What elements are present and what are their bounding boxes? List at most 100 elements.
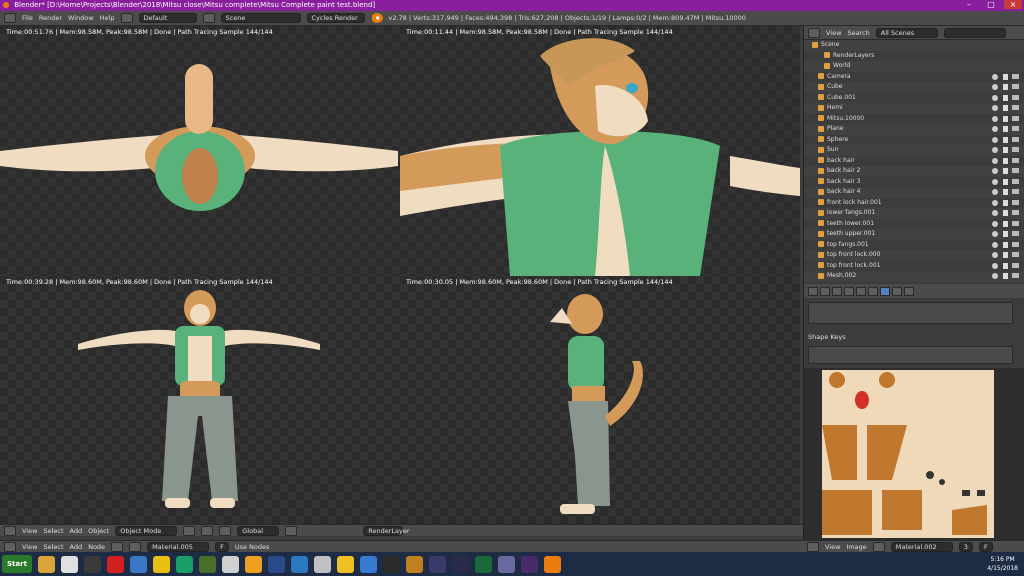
app-icon[interactable] <box>359 555 377 573</box>
render-camera-icon[interactable] <box>1012 199 1019 205</box>
menu-render[interactable]: Render <box>39 14 62 22</box>
media-player-icon[interactable] <box>336 555 354 573</box>
app-icon[interactable] <box>428 555 446 573</box>
image-users-count[interactable]: 3 <box>958 541 973 552</box>
app-icon[interactable] <box>175 555 193 573</box>
chrome-icon[interactable] <box>152 555 170 573</box>
menu-object[interactable]: Object <box>88 527 109 535</box>
visibility-eye-icon[interactable] <box>992 105 998 111</box>
outliner-item[interactable]: Plane <box>804 124 1024 135</box>
selectability-arrow-icon[interactable] <box>1003 220 1008 227</box>
system-clock[interactable]: 5:16 PM 4/15/2018 <box>987 555 1018 573</box>
menu-help[interactable]: Help <box>100 14 115 22</box>
scene-tab[interactable] <box>820 286 830 296</box>
material-icon[interactable] <box>129 541 142 552</box>
render-camera-icon[interactable] <box>1012 178 1019 184</box>
pivot-icon[interactable] <box>201 525 214 536</box>
shading-icon[interactable] <box>183 525 196 536</box>
outliner-item[interactable]: back hair 3 <box>804 177 1024 188</box>
menu-view[interactable]: View <box>22 527 37 535</box>
menu-node[interactable]: Node <box>88 543 105 551</box>
shape-keys-panel-header[interactable]: Shape Keys <box>808 333 846 341</box>
viewport-bottom-left[interactable]: Time:00:39.28 | Mem:98.60M, Peak:98.60M … <box>0 276 400 524</box>
texture-tab[interactable] <box>904 286 914 296</box>
outliner-item[interactable]: Scene <box>804 40 1024 51</box>
photoshop-icon[interactable] <box>290 555 308 573</box>
selectability-arrow-icon[interactable] <box>1003 199 1008 206</box>
modifiers-tab[interactable] <box>868 286 878 296</box>
outliner-item[interactable]: Cube.001 <box>804 93 1024 104</box>
outliner-item[interactable]: back hair 4 <box>804 187 1024 198</box>
menu-add[interactable]: Add <box>70 527 83 535</box>
app-icon[interactable] <box>313 555 331 573</box>
render-camera-icon[interactable] <box>1012 115 1019 121</box>
app-icon[interactable] <box>198 555 216 573</box>
render-tab[interactable] <box>808 286 818 296</box>
outliner-item[interactable]: back hair <box>804 156 1024 167</box>
render-camera-icon[interactable] <box>1012 241 1019 247</box>
visibility-eye-icon[interactable] <box>992 84 998 90</box>
maximize-button[interactable]: □ <box>982 0 1000 9</box>
outliner-item[interactable]: lower fangs.001 <box>804 208 1024 219</box>
start-button[interactable]: Start <box>2 555 32 573</box>
selectability-arrow-icon[interactable] <box>1003 115 1008 122</box>
render-camera-icon[interactable] <box>1012 220 1019 226</box>
outliner-item[interactable]: top fangs.001 <box>804 240 1024 251</box>
outliner-item[interactable]: back hair 2 <box>804 166 1024 177</box>
render-camera-icon[interactable] <box>1012 210 1019 215</box>
visibility-eye-icon[interactable] <box>992 94 998 101</box>
render-engine-selector[interactable]: Cycles Render <box>306 13 365 23</box>
selectability-arrow-icon[interactable] <box>1003 273 1008 279</box>
outliner-item[interactable]: Sun <box>804 145 1024 156</box>
outliner-item[interactable]: top front lock.001 <box>804 261 1024 272</box>
selectability-arrow-icon[interactable] <box>1003 105 1008 111</box>
visibility-eye-icon[interactable] <box>992 273 998 279</box>
shader-type-icon[interactable] <box>111 541 124 552</box>
fake-user-button[interactable]: F <box>215 541 229 552</box>
selectability-arrow-icon[interactable] <box>1003 94 1008 101</box>
shape-keys-list[interactable] <box>808 346 1013 364</box>
render-camera-icon[interactable] <box>1012 126 1019 131</box>
visibility-eye-icon[interactable] <box>992 189 998 195</box>
outliner-item[interactable]: Camera <box>804 72 1024 83</box>
world-tab[interactable] <box>832 286 842 296</box>
menu-select[interactable]: Select <box>43 543 63 551</box>
fake-user-button[interactable]: F <box>978 541 993 552</box>
vertex-groups-list[interactable] <box>808 302 1013 324</box>
visibility-eye-icon[interactable] <box>992 262 998 269</box>
selectability-arrow-icon[interactable] <box>1003 136 1008 143</box>
selectability-arrow-icon[interactable] <box>1003 73 1008 80</box>
render-camera-icon[interactable] <box>1012 94 1019 100</box>
render-camera-icon[interactable] <box>1012 168 1019 173</box>
selectability-arrow-icon[interactable] <box>1003 210 1008 216</box>
viewport-bottom-right[interactable]: Time:00:30.05 | Mem:98.60M, Peak:98.60M … <box>400 276 800 524</box>
editor-type-icon[interactable] <box>4 525 16 536</box>
app-icon[interactable] <box>520 555 538 573</box>
menu-select[interactable]: Select <box>43 527 63 535</box>
image-selector[interactable]: Material.002 Diffus... <box>890 541 953 560</box>
layout-selector[interactable]: Default <box>138 13 197 23</box>
screen-layout-icon[interactable] <box>120 13 133 23</box>
render-camera-icon[interactable] <box>1012 189 1019 194</box>
render-camera-icon[interactable] <box>1012 252 1019 257</box>
orientation-selector[interactable]: Global <box>237 525 280 536</box>
app-icon[interactable] <box>106 555 124 573</box>
manipulator-icon[interactable] <box>219 525 232 536</box>
outliner-item[interactable]: top front lock.000 <box>804 250 1024 261</box>
render-camera-icon[interactable] <box>1012 136 1019 142</box>
render-layer-selector[interactable]: RenderLayer <box>363 525 410 536</box>
data-tab[interactable] <box>880 286 890 296</box>
visibility-eye-icon[interactable] <box>992 126 998 132</box>
editor-type-icon[interactable] <box>4 13 16 23</box>
menu-view[interactable]: View <box>22 543 37 551</box>
visibility-eye-icon[interactable] <box>992 73 998 80</box>
outliner-item[interactable]: World <box>804 61 1024 72</box>
app-icon[interactable] <box>382 555 400 573</box>
visibility-eye-icon[interactable] <box>992 115 998 122</box>
visibility-eye-icon[interactable] <box>992 199 998 206</box>
app-icon[interactable] <box>244 555 262 573</box>
viewport-top-right[interactable]: Time:00:11.44 | Mem:98.58M, Peak:98.58M … <box>400 26 800 276</box>
constraints-tab[interactable] <box>856 286 866 296</box>
app-icon[interactable] <box>497 555 515 573</box>
visibility-eye-icon[interactable] <box>992 136 998 143</box>
